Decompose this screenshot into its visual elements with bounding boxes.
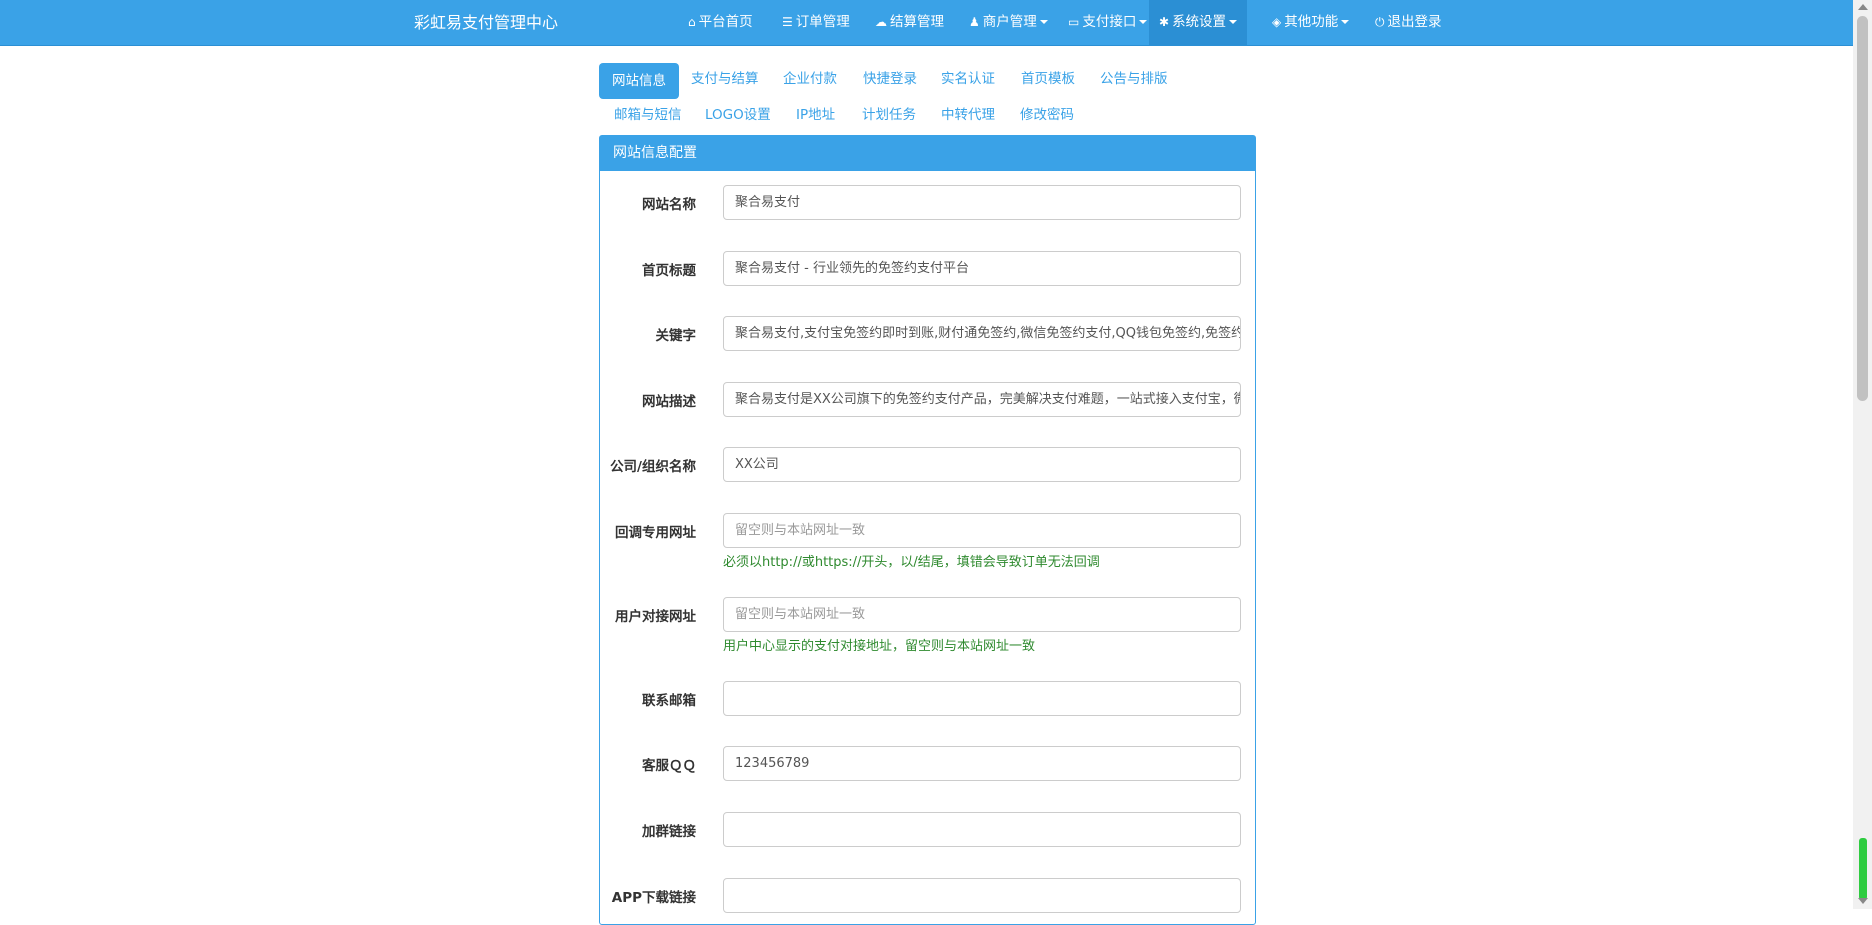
brand-title[interactable]: 彩虹易支付管理中心 (414, 0, 558, 46)
scroll-down-arrow-icon[interactable] (1858, 898, 1868, 904)
page-scrollbar[interactable] (1853, 0, 1872, 909)
tab-11[interactable]: 中转代理 (941, 97, 995, 133)
site-description-label: 网站描述 (642, 394, 696, 410)
site-name-label: 网站名称 (642, 197, 696, 213)
app-download-link-input[interactable] (723, 878, 1241, 913)
nav-item-label: 其他功能 (1284, 14, 1339, 30)
tab-12[interactable]: 修改密码 (1020, 97, 1074, 133)
caret-down-icon (1139, 20, 1148, 24)
nav-item-user[interactable]: ♟ 商户管理 (969, 0, 1048, 46)
scroll-position-indicator (1859, 838, 1867, 900)
caret-down-icon (1229, 20, 1238, 24)
credit-card-icon: ▭ (1068, 15, 1080, 29)
nav-item-credit-card[interactable]: ▭ 支付接口 (1068, 0, 1148, 46)
service-qq-label: 客服ＱＱ (642, 758, 696, 774)
group-link-input[interactable] (723, 812, 1241, 847)
tab-2[interactable]: 企业付款 (783, 61, 837, 97)
caret-down-icon (1039, 20, 1048, 24)
nav-item-label: 商户管理 (982, 14, 1037, 30)
user-api-url-help-text: 用户中心显示的支付对接地址，留空则与本站网址一致 (723, 639, 1036, 654)
app-download-link-label: APP下载链接 (611, 890, 696, 906)
home-title-input[interactable]: 聚合易支付 - 行业领先的免签约支付平台 (723, 251, 1241, 286)
cloud-icon: ☁ (875, 15, 887, 29)
contact-email-input[interactable] (723, 681, 1241, 716)
user-icon: ♟ (969, 15, 980, 29)
tab-8[interactable]: LOGO设置 (705, 97, 771, 133)
nav-item-home[interactable]: ⌂ 平台首页 (688, 0, 753, 46)
group-link-label: 加群链接 (642, 824, 696, 840)
nav-item-label: 平台首页 (698, 14, 753, 30)
nav-item-label: 退出登录 (1387, 14, 1442, 30)
cube-icon: ◈ (1272, 15, 1282, 29)
nav-item-list[interactable]: ☰ 订单管理 (782, 0, 850, 46)
site-name-input[interactable]: 聚合易支付 (723, 185, 1241, 220)
list-icon: ☰ (782, 15, 793, 29)
company-name-input[interactable]: XX公司 (723, 447, 1241, 482)
top-navbar: 彩虹易支付管理中心 ⌂ 平台首页 ☰ 订单管理 ☁ 结算管理 ♟ 商户管理 ▭ 支付接口 ✱ 系统设置… (0, 0, 1853, 46)
tab-3[interactable]: 快捷登录 (863, 61, 917, 97)
callback-url-help-text: 必须以http://或https://开头，以/结尾，填错会导致订单无法回调 (723, 555, 1100, 570)
panel-title: 网站信息配置 (600, 136, 1255, 171)
gear-icon: ✱ (1159, 15, 1170, 29)
tab-7[interactable]: 邮箱与短信 (614, 97, 682, 133)
tab-0[interactable]: 网站信息 (599, 63, 679, 99)
callback-url-label: 回调专用网址 (615, 525, 696, 541)
tab-1[interactable]: 支付与结算 (691, 61, 759, 97)
home-title-label: 首页标题 (642, 263, 696, 279)
nav-item-cube[interactable]: ◈ 其他功能 (1272, 0, 1350, 46)
scroll-up-arrow-icon[interactable] (1858, 4, 1868, 10)
nav-item-label: 订单管理 (795, 14, 850, 30)
user-api-url-label: 用户对接网址 (615, 609, 696, 625)
power-icon: ⏻ (1375, 15, 1385, 29)
callback-url-input[interactable]: 留空则与本站网址一致 (723, 513, 1241, 548)
keywords-label: 关键字 (655, 328, 697, 344)
site-description-input[interactable]: 聚合易支付是XX公司旗下的免签约支付产品，完美解决支付难题，一站式接入支付宝，微… (723, 382, 1241, 417)
nav-item-gear[interactable]: ✱ 系统设置 (1149, 0, 1248, 46)
tab-4[interactable]: 实名认证 (941, 61, 995, 97)
home-icon: ⌂ (688, 15, 696, 29)
caret-down-icon (1341, 20, 1350, 24)
tab-9[interactable]: IP地址 (796, 97, 835, 133)
company-name-label: 公司/组织名称 (610, 459, 696, 475)
tab-6[interactable]: 公告与排版 (1100, 61, 1168, 97)
scroll-thumb[interactable] (1857, 16, 1868, 401)
nav-item-label: 结算管理 (890, 14, 944, 30)
tab-5[interactable]: 首页模板 (1021, 61, 1075, 97)
service-qq-input[interactable]: 123456789 (723, 746, 1241, 781)
nav-item-power[interactable]: ⏻ 退出登录 (1375, 0, 1442, 46)
user-api-url-input[interactable]: 留空则与本站网址一致 (723, 597, 1241, 632)
contact-email-label: 联系邮箱 (642, 693, 696, 709)
tab-10[interactable]: 计划任务 (862, 97, 916, 133)
nav-item-label: 系统设置 (1172, 14, 1227, 30)
nav-item-label: 支付接口 (1082, 14, 1137, 30)
keywords-input[interactable]: 聚合易支付,支付宝免签约即时到账,财付通免签约,微信免签约支付,QQ钱包免签约,… (723, 316, 1241, 351)
nav-item-cloud[interactable]: ☁ 结算管理 (875, 0, 944, 46)
